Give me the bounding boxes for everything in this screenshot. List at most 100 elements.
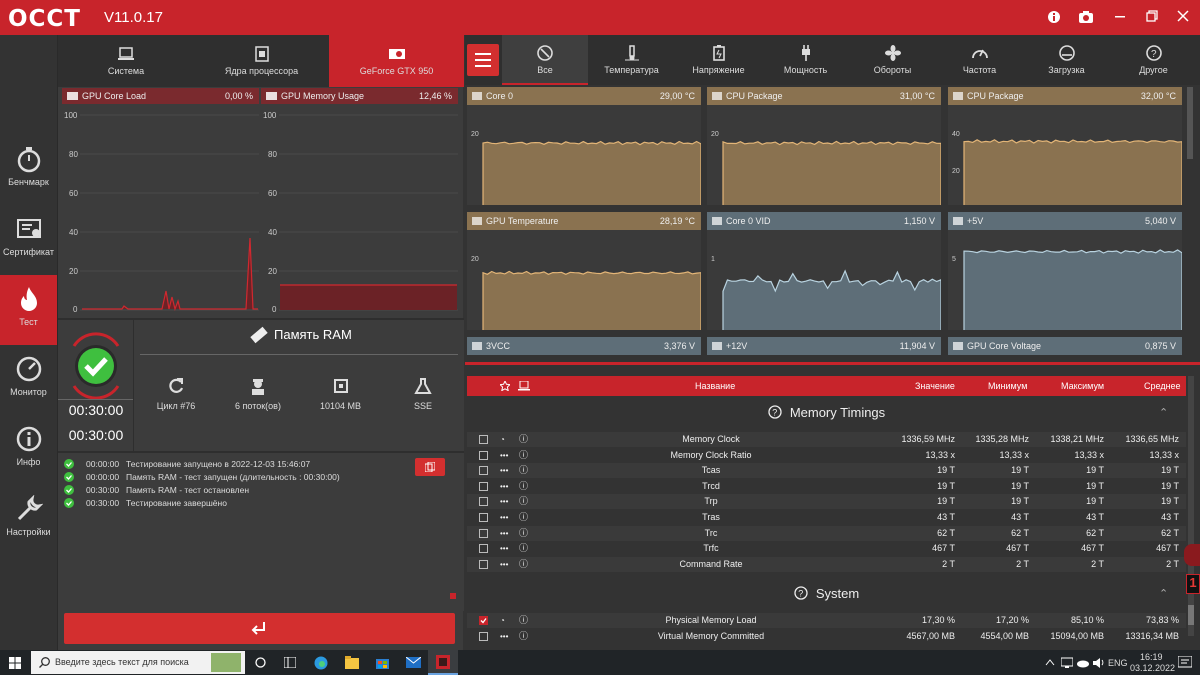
row-checkbox[interactable] xyxy=(479,528,488,538)
clock-time[interactable]: 16:19 xyxy=(1140,652,1163,662)
more-options-icon[interactable]: ••• xyxy=(500,541,508,556)
close-icon[interactable] xyxy=(1174,10,1192,25)
copy-log-button[interactable] xyxy=(415,458,445,476)
taskbar-search-box[interactable]: Введите здесь текст для поиска xyxy=(31,651,245,674)
tab-gpu[interactable]: GeForce GTX 950 xyxy=(329,35,464,87)
sensor-graph[interactable]: Core 0 29,00 °C 200 xyxy=(467,87,701,205)
table-row[interactable]: ◔ ⓘ Physical Memory Load 17,30 % 17,20 % 85,1… xyxy=(467,613,1186,629)
gauge-icon[interactable]: ◔ xyxy=(500,432,505,447)
network-icon[interactable] xyxy=(1061,657,1073,668)
help-icon[interactable]: ⓘ xyxy=(519,510,528,525)
tab-fan[interactable]: Обороты xyxy=(849,35,936,85)
sidebar-item-benchmark[interactable]: Бенчмарк xyxy=(0,135,57,205)
row-checkbox[interactable] xyxy=(479,497,488,507)
table-scroll-thumb[interactable] xyxy=(1188,605,1194,625)
sensor-graph[interactable]: +5V 5,040 V 50 xyxy=(948,212,1182,330)
table-section-header[interactable]: ? Memory Timings ⌃ xyxy=(467,398,1186,428)
table-row[interactable]: ••• ⓘ Tcas 19 T 19 T 19 T 19 T xyxy=(467,463,1186,479)
row-checkbox[interactable] xyxy=(479,466,488,476)
row-checkbox[interactable] xyxy=(479,632,488,641)
col-min[interactable]: Минимум xyxy=(988,376,1027,396)
table-row[interactable]: ••• ⓘ Command Rate 2 T 2 T 2 T 2 T xyxy=(467,556,1186,572)
help-icon[interactable]: ⓘ xyxy=(519,448,528,463)
more-options-icon[interactable]: ••• xyxy=(500,448,508,463)
help-icon[interactable]: ⓘ xyxy=(519,479,528,494)
collapse-chevron-icon[interactable]: ⌃ xyxy=(1159,579,1168,609)
help-icon[interactable]: ⓘ xyxy=(519,463,528,478)
table-row[interactable]: ••• ⓘ Trfc 467 T 467 T 467 T 467 T xyxy=(467,541,1186,557)
tab-system[interactable]: Система xyxy=(58,35,194,87)
table-row[interactable]: ••• ⓘ Memory Clock Ratio 13,33 x 13,33 x 13,3… xyxy=(467,447,1186,463)
notification-icon[interactable] xyxy=(1178,656,1192,669)
overlay-widget[interactable] xyxy=(1184,544,1200,566)
screenshot-icon[interactable] xyxy=(1077,10,1095,26)
sensor-graph[interactable]: GPU Temperature 28,19 °C 200 xyxy=(467,212,701,330)
restore-icon[interactable] xyxy=(1143,10,1161,25)
more-options-icon[interactable]: ••• xyxy=(500,494,508,509)
row-checkbox[interactable] xyxy=(479,450,488,460)
minimize-icon[interactable] xyxy=(1111,10,1129,25)
table-row[interactable]: ••• ⓘ Trc 62 T 62 T 62 T 62 T xyxy=(467,525,1186,541)
table-row[interactable]: ••• ⓘ Virtual Memory Committed 4567,00 MB 45… xyxy=(467,629,1186,644)
table-scrollbar[interactable] xyxy=(1188,376,1194,636)
table-row[interactable]: ••• ⓘ Trcd 19 T 19 T 19 T 19 T xyxy=(467,478,1186,494)
sidebar-item-monitor[interactable]: Монитор xyxy=(0,345,57,415)
sensor-graph[interactable]: CPU Package32,00 °C40200 xyxy=(948,87,1182,205)
language-indicator[interactable]: ENG xyxy=(1108,658,1128,668)
onedrive-icon[interactable] xyxy=(1077,657,1089,668)
tab-power[interactable]: Мощность xyxy=(762,35,849,85)
graphs-scrollbar[interactable] xyxy=(1187,87,1193,159)
more-options-icon[interactable]: ••• xyxy=(500,479,508,494)
tab-load[interactable]: Загрузка xyxy=(1023,35,1110,85)
tray-chevron-icon[interactable] xyxy=(1045,658,1055,666)
help-icon[interactable]: ⓘ xyxy=(519,526,528,541)
file-explorer-icon[interactable] xyxy=(345,656,359,669)
sensor-graph[interactable]: 3VCC 3,376 V xyxy=(467,337,701,355)
table-row[interactable]: ••• ⓘ Tras 43 T 43 T 43 T 43 T xyxy=(467,510,1186,525)
sensor-graph[interactable]: CPU Package 31,00 °C 200 xyxy=(707,87,941,205)
help-icon[interactable]: ⓘ xyxy=(519,494,528,509)
help-icon[interactable]: ⓘ xyxy=(519,629,528,644)
tab-all[interactable]: Все xyxy=(502,35,588,85)
col-max[interactable]: Максимум xyxy=(1061,376,1104,396)
task-view-icon[interactable] xyxy=(255,657,266,668)
more-options-icon[interactable]: ••• xyxy=(500,557,508,572)
more-options-icon[interactable]: ••• xyxy=(500,463,508,478)
table-section-header[interactable]: ? System ⌃ xyxy=(467,579,1186,609)
row-checkbox[interactable] xyxy=(479,513,488,522)
help-icon[interactable]: ⓘ xyxy=(519,613,528,628)
more-options-icon[interactable]: ••• xyxy=(500,629,508,644)
table-row[interactable]: ••• ⓘ Trp 19 T 19 T 19 T 19 T xyxy=(467,494,1186,510)
collapse-chevron-icon[interactable]: ⌃ xyxy=(1159,398,1168,428)
windows-start-icon[interactable] xyxy=(9,657,21,669)
sensor-graph[interactable]: Core 0 VID 1,150 V 10 xyxy=(707,212,941,330)
tab-other[interactable]: ? Другое xyxy=(1110,35,1197,85)
volume-icon[interactable] xyxy=(1093,657,1105,668)
more-options-icon[interactable]: ••• xyxy=(500,526,508,541)
hamburger-menu-button[interactable] xyxy=(467,44,499,76)
col-value[interactable]: Значение xyxy=(915,376,955,396)
help-icon[interactable]: ⓘ xyxy=(519,432,528,447)
sidebar-item-settings[interactable]: Настройки xyxy=(0,485,57,555)
info-icon[interactable] xyxy=(1045,10,1063,27)
table-row[interactable]: ◔ ⓘ Memory Clock 1336,59 MHz 1335,28 MHz 1338… xyxy=(467,432,1186,447)
sidebar-item-test[interactable]: Тест xyxy=(0,275,57,345)
row-checkbox[interactable] xyxy=(479,559,488,569)
start-stop-button[interactable] xyxy=(64,613,455,644)
star-icon[interactable] xyxy=(500,381,510,391)
splitter[interactable] xyxy=(465,362,1200,365)
tab-voltage[interactable]: Напряжение xyxy=(675,35,762,85)
row-checkbox[interactable] xyxy=(479,435,488,444)
widgets-icon[interactable] xyxy=(284,657,296,668)
more-options-icon[interactable]: ••• xyxy=(500,510,508,525)
sensor-graph[interactable]: GPU Core Voltage 0,875 V xyxy=(948,337,1182,355)
tab-cpu-cores[interactable]: Ядра процессора xyxy=(194,35,329,87)
store-icon[interactable] xyxy=(376,656,389,669)
row-checkbox[interactable] xyxy=(479,481,488,491)
row-checkbox[interactable] xyxy=(479,544,488,554)
sensor-graph[interactable]: +12V 11,904 V xyxy=(707,337,941,355)
col-name[interactable]: Название xyxy=(695,376,735,396)
tab-frequency[interactable]: Частота xyxy=(936,35,1023,85)
edge-icon[interactable] xyxy=(314,656,328,670)
help-icon[interactable]: ⓘ xyxy=(519,557,528,572)
